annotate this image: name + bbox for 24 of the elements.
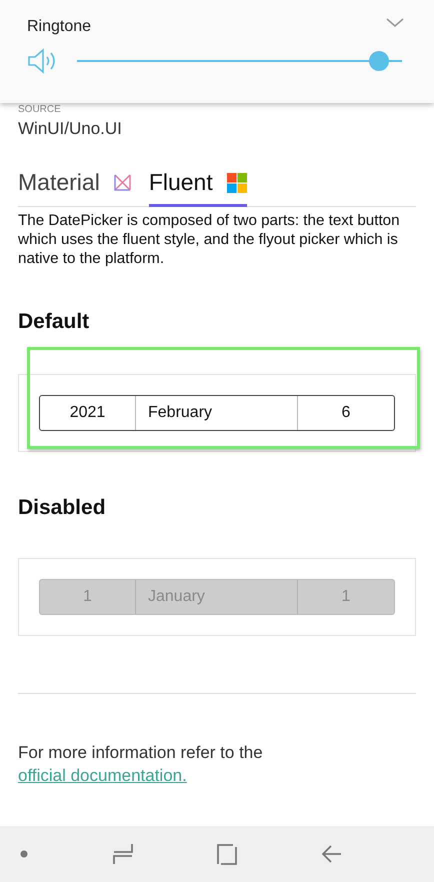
day-cell-text: 6 <box>340 403 352 423</box>
source-value: WinUI/Uno.UI <box>18 119 122 139</box>
back-arrow-icon[interactable] <box>322 844 342 864</box>
tab[interactable]: Fluent <box>148 169 247 207</box>
section-heading: Default <box>18 310 90 334</box>
month-cell: February <box>136 396 298 430</box>
year-cell: 1 <box>40 580 136 614</box>
description-text: The DatePicker is composed of two parts: the text button which uses the fluent style, and the flyout picker which is native to the platform. <box>18 211 401 268</box>
dot-icon[interactable] <box>20 850 28 858</box>
volume-title: Ringtone <box>27 18 92 36</box>
year-cell: 2021 <box>40 396 136 430</box>
source-label: SOURCE <box>18 105 61 115</box>
slider-thumb[interactable] <box>369 51 390 71</box>
speaker-icon[interactable] <box>27 48 57 74</box>
footer-text: For more information refer to the official documentation. <box>18 742 264 787</box>
section-heading: Disabled <box>18 496 106 520</box>
month-cell: January <box>136 580 298 614</box>
date-picker[interactable]: 2021 February 6 <box>39 395 395 431</box>
material-logo-icon <box>114 174 131 191</box>
tab[interactable]: Material <box>18 169 131 207</box>
chevron-down-icon[interactable] <box>386 18 404 28</box>
recent-apps-icon[interactable] <box>112 843 133 865</box>
day-cell-text: 1 <box>340 587 352 607</box>
windows-logo-icon <box>226 172 247 192</box>
